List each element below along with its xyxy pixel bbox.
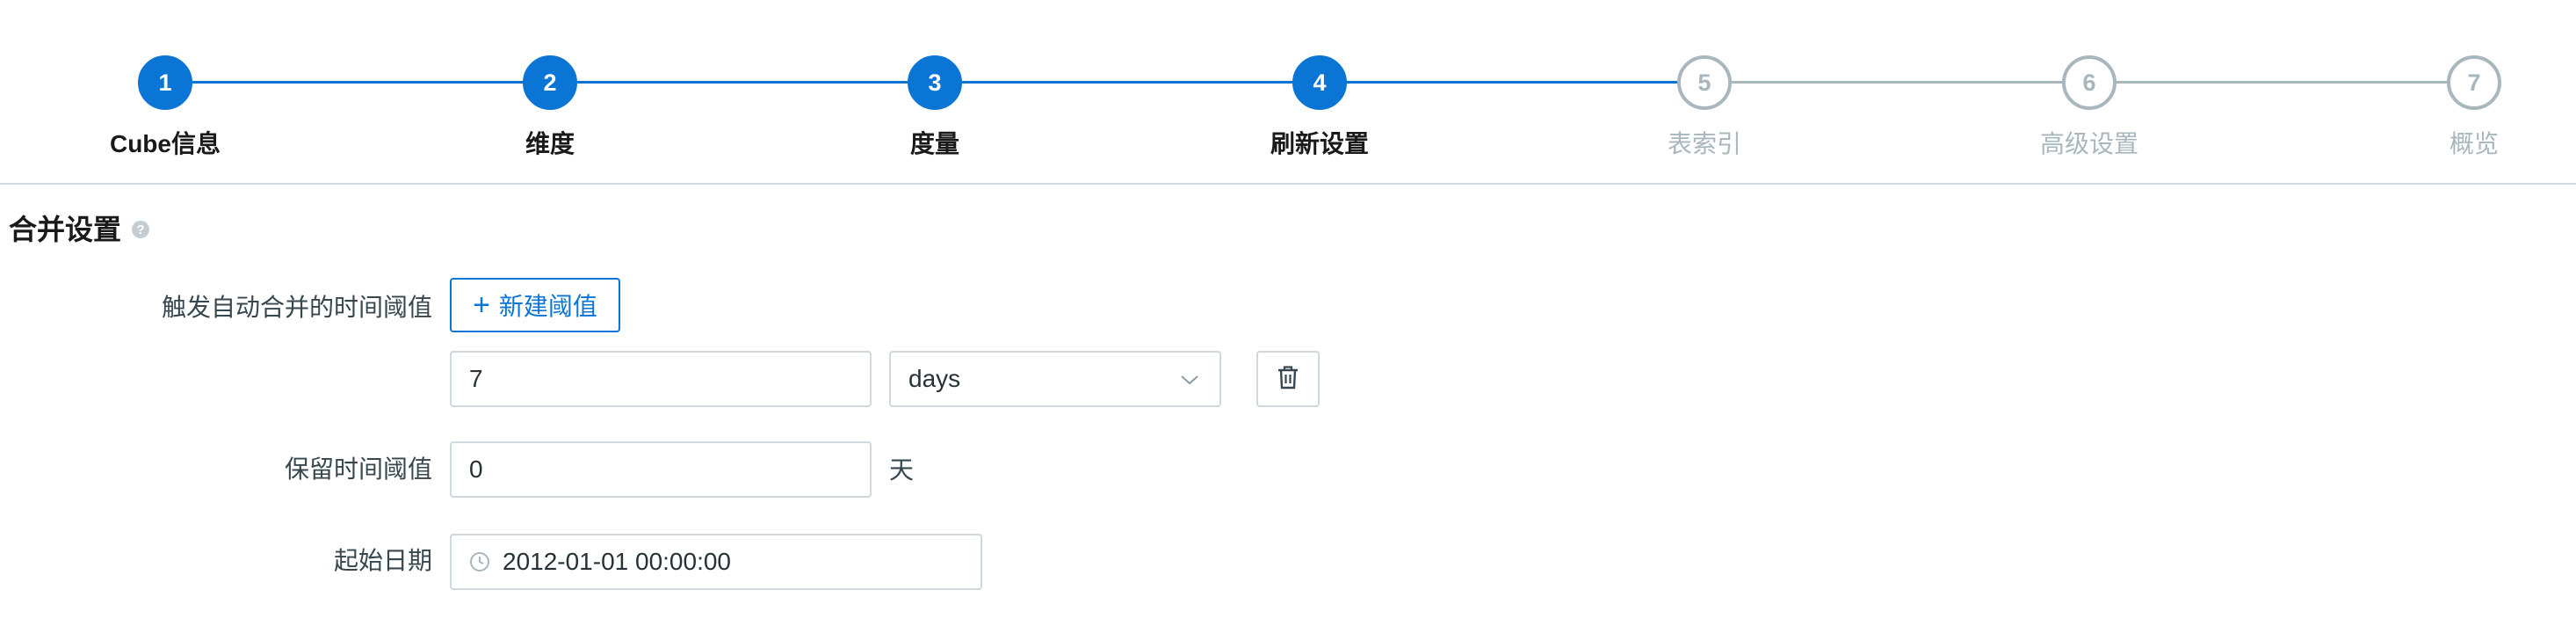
merge-threshold-unit-select[interactable]: days — [889, 351, 1221, 407]
merge-threshold-value: 7 — [469, 365, 483, 392]
step-dimensions[interactable]: 2 维度 — [357, 0, 743, 185]
step-refresh-settings[interactable]: 4 刷新设置 — [1126, 0, 1513, 185]
merge-threshold-value-input[interactable]: 7 — [450, 351, 872, 407]
step-label: Cube信息 — [109, 130, 221, 157]
step-label: 刷新设置 — [1270, 130, 1369, 157]
retention-threshold-value: 0 — [469, 455, 483, 483]
merge-threshold-label: 触发自动合并的时间阈值 — [161, 294, 432, 321]
step-number: 2 — [523, 55, 577, 110]
step-number: 5 — [1677, 55, 1732, 110]
retention-threshold-input[interactable]: 0 — [450, 441, 872, 498]
plus-icon: + — [473, 288, 490, 322]
step-number: 1 — [138, 55, 192, 110]
step-number: 4 — [1292, 55, 1347, 110]
cube-wizard-stepper: 1 Cube信息 2 维度 3 度量 4 刷新设置 5 表索引 6 高级设置 7… — [0, 0, 2576, 185]
chevron-down-icon — [1179, 368, 1200, 397]
trash-icon — [1277, 365, 1299, 394]
start-date-label: 起始日期 — [333, 547, 432, 574]
step-label: 概览 — [2449, 130, 2499, 157]
step-label: 度量 — [909, 130, 959, 157]
step-advanced-settings[interactable]: 6 高级设置 — [1896, 0, 2283, 185]
question-circle-icon[interactable]: ? — [132, 221, 150, 238]
step-label: 表索引 — [1667, 130, 1741, 157]
retention-threshold-label: 保留时间阈值 — [284, 455, 432, 483]
step-number: 3 — [908, 55, 962, 110]
step-number: 7 — [2447, 55, 2501, 110]
step-number: 6 — [2062, 55, 2117, 110]
retention-unit-label: 天 — [889, 456, 915, 484]
new-threshold-button[interactable]: + 新建阈值 — [450, 278, 620, 332]
step-label: 高级设置 — [2039, 130, 2138, 157]
start-date-value: 2012-01-01 00:00:00 — [503, 548, 731, 575]
step-measures[interactable]: 3 度量 — [742, 0, 1128, 185]
section-title: 合并设置 ? — [9, 208, 150, 248]
clock-icon — [469, 551, 490, 572]
start-date-input[interactable]: 2012-01-01 00:00:00 — [450, 534, 982, 590]
new-threshold-button-label: 新建阈值 — [498, 293, 597, 320]
merge-threshold-unit-value: days — [908, 365, 961, 392]
step-overview[interactable]: 7 概览 — [2281, 0, 2576, 185]
step-cube-info[interactable]: 1 Cube信息 — [0, 0, 358, 185]
step-label: 维度 — [525, 130, 575, 157]
section-title-text: 合并设置 — [9, 214, 122, 245]
delete-threshold-button[interactable] — [1256, 351, 1320, 407]
step-table-index[interactable]: 5 表索引 — [1511, 0, 1898, 185]
